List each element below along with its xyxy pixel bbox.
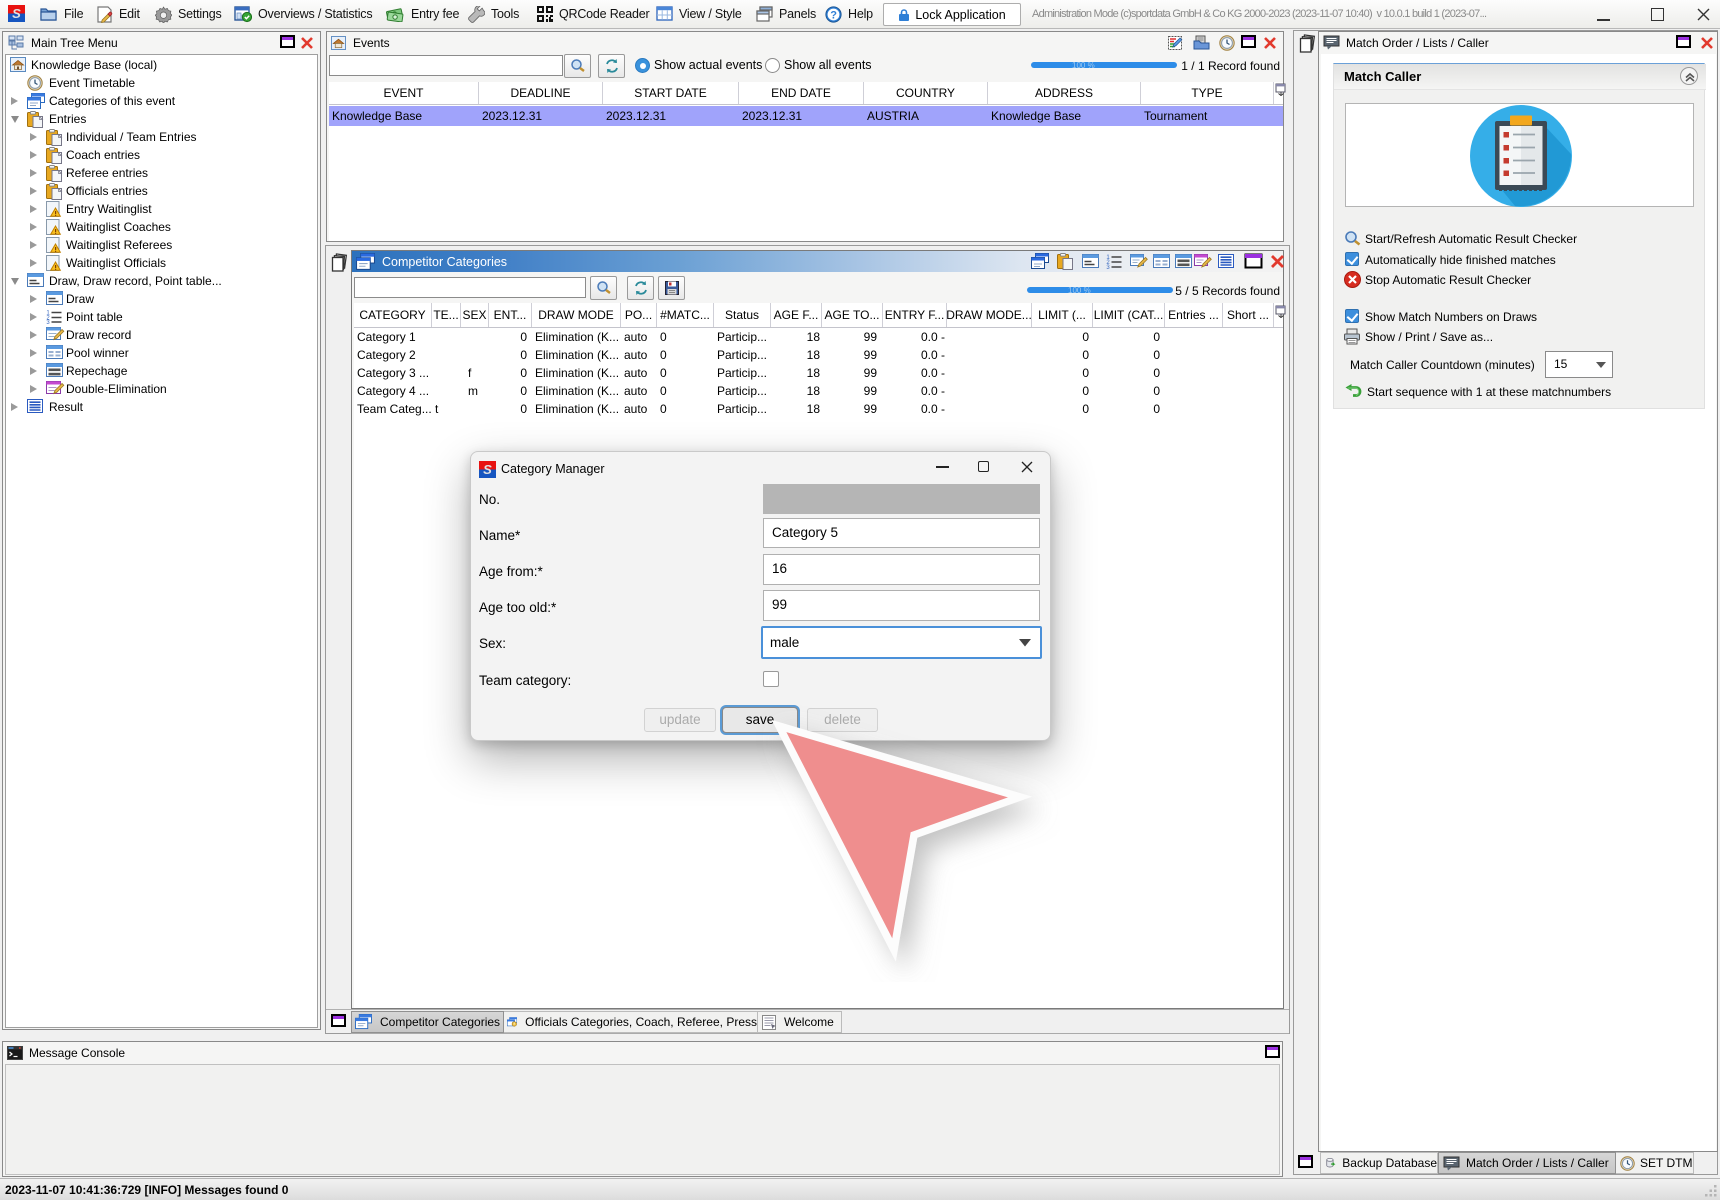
svg-text:3: 3: [46, 320, 50, 324]
svg-text:?: ?: [830, 9, 837, 21]
svg-text:S: S: [12, 6, 21, 21]
svg-text:S: S: [483, 462, 492, 477]
svg-text:3: 3: [1106, 265, 1110, 271]
